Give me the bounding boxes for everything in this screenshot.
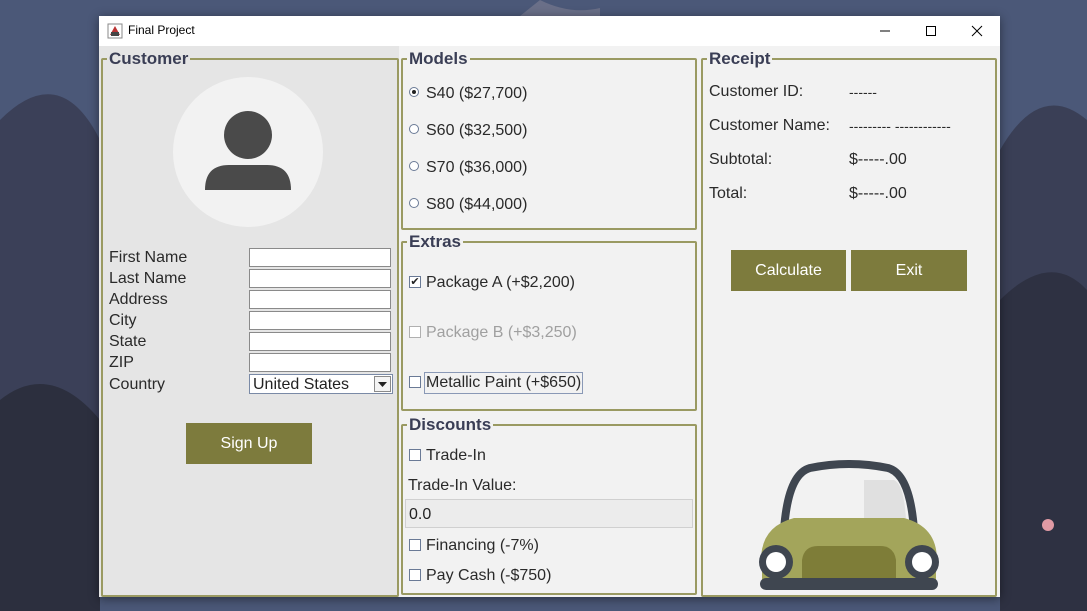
state-label: State <box>109 333 147 350</box>
minimize-button[interactable] <box>862 16 908 46</box>
calculate-button[interactable]: Calculate <box>731 250 846 291</box>
customer-name-label: Customer Name: <box>709 117 830 134</box>
metallic-paint-label: Metallic Paint (+$650) <box>424 372 584 394</box>
last-name-input[interactable] <box>249 269 391 288</box>
sign-up-button[interactable]: Sign Up <box>186 423 312 464</box>
window-title: Final Project <box>128 23 195 37</box>
city-input[interactable] <box>249 311 391 330</box>
radio-s60[interactable] <box>409 124 419 134</box>
minimize-icon <box>880 30 890 32</box>
extras-heading: Extras <box>407 232 463 252</box>
app-window: Final Project Customer First Name Last N… <box>99 16 1000 597</box>
maximize-icon <box>926 26 936 36</box>
car-icon <box>759 460 939 590</box>
radio-s80[interactable] <box>409 198 419 208</box>
package-a-checkbox[interactable]: ✔ <box>409 276 421 288</box>
customer-id-value: ------ <box>849 84 877 100</box>
zip-label: ZIP <box>109 354 134 371</box>
close-icon <box>971 25 983 37</box>
pay-cash-checkbox[interactable] <box>409 569 421 581</box>
trade-in-value-label: Trade-In Value: <box>408 477 517 494</box>
exit-button[interactable]: Exit <box>851 250 967 291</box>
total-label: Total: <box>709 185 748 202</box>
trade-in-value-input[interactable]: 0.0 <box>405 499 693 528</box>
model-s40-label: S40 ($27,700) <box>426 85 528 102</box>
trade-in-checkbox[interactable] <box>409 449 421 461</box>
customer-name-value: --------- ------------ <box>849 118 951 134</box>
trade-in-label: Trade-In <box>426 447 486 464</box>
country-select[interactable]: United States <box>249 374 393 394</box>
financing-label: Financing (-7%) <box>426 537 539 554</box>
pay-cash-label: Pay Cash (-$750) <box>426 567 552 584</box>
package-b-label: Package B (+$3,250) <box>426 324 577 341</box>
subtotal-label: Subtotal: <box>709 151 773 168</box>
country-value: United States <box>253 376 350 393</box>
first-name-input[interactable] <box>249 248 391 267</box>
zip-input[interactable] <box>249 353 391 372</box>
title-bar: Final Project <box>99 16 1000 46</box>
address-input[interactable] <box>249 290 391 309</box>
avatar <box>173 77 323 227</box>
first-name-label: First Name <box>109 249 188 266</box>
state-input[interactable] <box>249 332 391 351</box>
address-label: Address <box>109 291 168 308</box>
customer-id-label: Customer ID: <box>709 83 804 100</box>
model-s80-label: S80 ($44,000) <box>426 196 528 213</box>
models-heading: Models <box>407 49 470 69</box>
radio-s40[interactable] <box>409 87 419 97</box>
financing-checkbox[interactable] <box>409 539 421 551</box>
customer-heading: Customer <box>107 49 191 69</box>
chevron-down-icon <box>378 382 387 387</box>
package-a-label: Package A (+$2,200) <box>426 274 575 291</box>
java-app-icon <box>107 23 123 39</box>
subtotal-value: $-----.00 <box>849 151 907 168</box>
metallic-paint-checkbox[interactable] <box>409 376 421 388</box>
maximize-button[interactable] <box>908 16 954 46</box>
last-name-label: Last Name <box>109 270 187 287</box>
discounts-heading: Discounts <box>407 415 494 435</box>
model-s70-label: S70 ($36,000) <box>426 159 528 176</box>
country-label: Country <box>109 376 166 393</box>
city-label: City <box>109 312 137 329</box>
receipt-heading: Receipt <box>707 49 773 69</box>
close-button[interactable] <box>954 16 1000 46</box>
radio-s70[interactable] <box>409 161 419 171</box>
model-s60-label: S60 ($32,500) <box>426 122 528 139</box>
country-dropdown-button[interactable] <box>374 376 391 392</box>
trade-in-value-text: 0.0 <box>409 506 432 523</box>
package-b-checkbox[interactable] <box>409 326 421 338</box>
total-value: $-----.00 <box>849 185 907 202</box>
